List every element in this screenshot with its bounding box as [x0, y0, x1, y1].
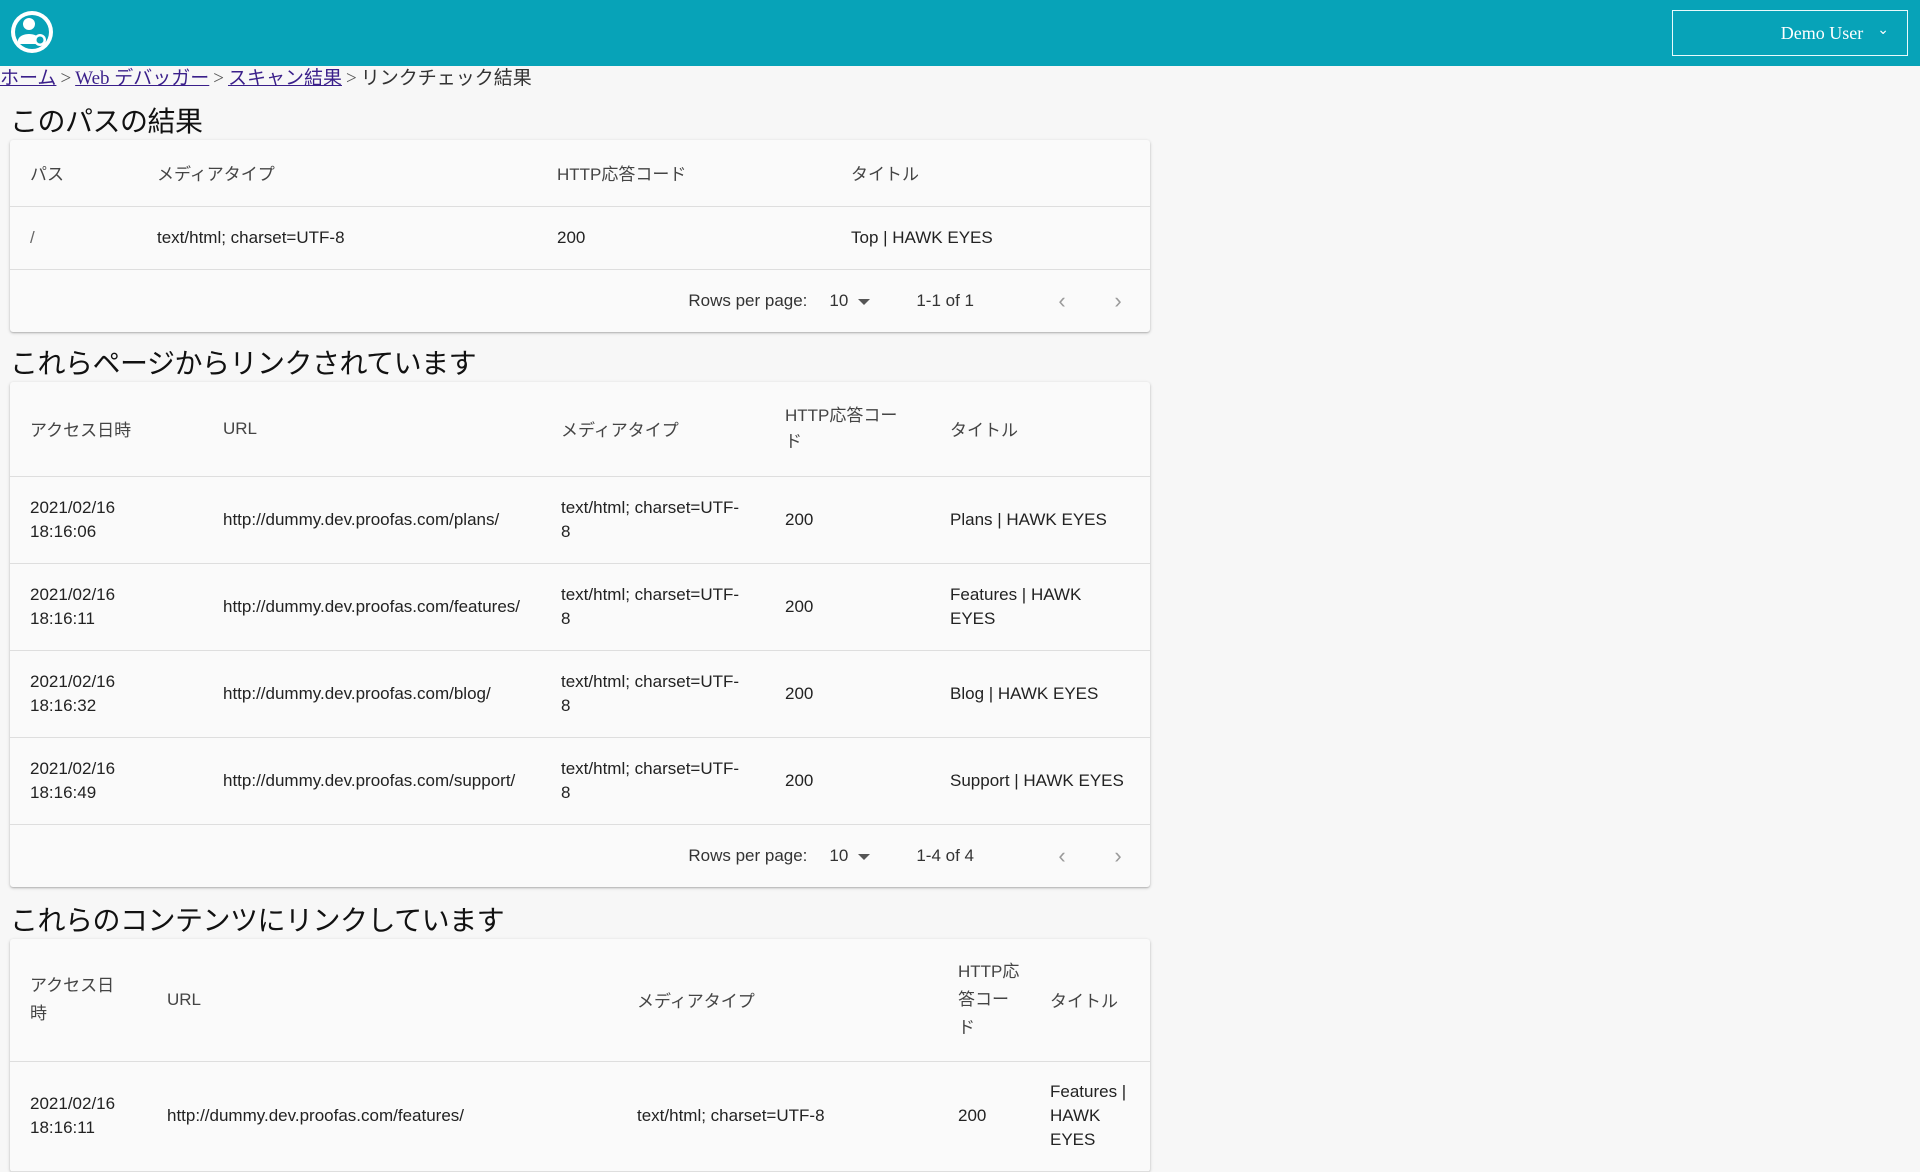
cell-access-date: 2021/02/16 18:16:06	[10, 476, 203, 564]
cell-access-date: 2021/02/16 18:16:11	[10, 563, 203, 651]
links-to-table: アクセス日時 URL メディアタイプ HTTP応答コード タイトル 2021/0…	[10, 939, 1150, 1172]
breadcrumb-separator: >	[60, 68, 72, 89]
breadcrumb: ホーム > Web デバッガー > スキャン結果 > リンクチェック結果	[0, 66, 1920, 92]
column-header-http-code[interactable]: HTTP応答コード	[765, 381, 930, 477]
table-row[interactable]: / text/html; charset=UTF-8 200 Top | HAW…	[10, 206, 1150, 270]
page-range-text: 1-4 of 4	[916, 846, 974, 865]
linked-from-table: アクセス日時 URL メディアタイプ HTTP応答コード タイトル 2021/0…	[10, 381, 1150, 825]
column-header-media-type[interactable]: メディアタイプ	[541, 381, 765, 477]
column-header-title[interactable]: タイトル	[831, 140, 1150, 207]
rows-per-page-label: Rows per page:	[688, 290, 808, 310]
column-header-media-type[interactable]: メディアタイプ	[137, 140, 537, 207]
column-header-path[interactable]: パス	[10, 140, 137, 207]
breadcrumb-home-link[interactable]: ホーム	[0, 68, 56, 89]
cell-http-code: 200	[765, 563, 930, 651]
dropdown-arrow-icon	[858, 854, 871, 860]
rows-per-page-select[interactable]: 10	[829, 290, 871, 311]
cell-title: Support | HAWK EYES	[930, 737, 1150, 825]
section-title-links-to: これらのコンテンツにリンクしています	[10, 904, 505, 937]
table-pagination: Rows per page: 10 1-4 of 4 ‹ ›	[10, 825, 1150, 887]
user-menu-label: Demo User	[1780, 22, 1864, 43]
section-title-path-result: このパスの結果	[10, 105, 203, 138]
cell-http-code: 200	[938, 1061, 1030, 1172]
column-header-url[interactable]: URL	[203, 381, 541, 477]
breadcrumb-scan-results-link[interactable]: スキャン結果	[228, 68, 342, 89]
rows-per-page-label: Rows per page:	[688, 846, 808, 865]
page-range-text: 1-1 of 1	[916, 290, 974, 310]
breadcrumb-separator: >	[346, 68, 357, 89]
path-result-table: パス メディアタイプ HTTP応答コード タイトル / text/html; c…	[10, 140, 1150, 270]
rows-per-page-value: 10	[829, 290, 849, 310]
breadcrumb-web-debugger-link[interactable]: Web デバッガー	[75, 68, 209, 89]
links-to-card: アクセス日時 URL メディアタイプ HTTP応答コード タイトル 2021/0…	[10, 939, 1150, 1172]
column-header-media-type[interactable]: メディアタイプ	[617, 939, 938, 1062]
user-circle-logo-icon[interactable]	[10, 10, 54, 54]
cell-title: Plans | HAWK EYES	[930, 476, 1150, 564]
cell-media-type: text/html; charset=UTF-8	[137, 206, 537, 270]
column-header-url[interactable]: URL	[147, 939, 617, 1062]
column-header-http-code[interactable]: HTTP応答コード	[537, 140, 831, 207]
cell-url: http://dummy.dev.proofas.com/features/	[203, 563, 541, 651]
cell-media-type: text/html; charset=UTF-8	[541, 476, 765, 564]
previous-page-icon[interactable]: ‹	[1050, 288, 1074, 313]
cell-url: http://dummy.dev.proofas.com/features/	[147, 1061, 617, 1172]
cell-access-date: 2021/02/16 18:16:32	[10, 650, 203, 738]
table-pagination: Rows per page: 10 1-1 of 1 ‹ ›	[10, 270, 1150, 332]
cell-http-code: 200	[765, 476, 930, 564]
cell-url: http://dummy.dev.proofas.com/blog/	[203, 650, 541, 738]
cell-title: Features | HAWK EYES	[930, 563, 1150, 651]
cell-media-type: text/html; charset=UTF-8	[541, 737, 765, 825]
previous-page-icon[interactable]: ‹	[1050, 843, 1074, 868]
cell-media-type: text/html; charset=UTF-8	[541, 563, 765, 651]
cell-access-date: 2021/02/16 18:16:49	[10, 737, 203, 825]
table-header-row: アクセス日時 URL メディアタイプ HTTP応答コード タイトル	[10, 381, 1150, 477]
cell-media-type: text/html; charset=UTF-8	[617, 1061, 938, 1172]
column-header-access-date[interactable]: アクセス日時	[10, 381, 203, 477]
cell-url: http://dummy.dev.proofas.com/plans/	[203, 476, 541, 564]
table-header-row: アクセス日時 URL メディアタイプ HTTP応答コード タイトル	[10, 939, 1150, 1062]
breadcrumb-separator: >	[213, 68, 224, 89]
user-menu-button[interactable]: Demo User ⌄	[1672, 10, 1908, 56]
dropdown-arrow-icon	[858, 298, 871, 305]
cell-url: http://dummy.dev.proofas.com/support/	[203, 737, 541, 825]
cell-title: Features | HAWK EYES	[1030, 1061, 1150, 1172]
column-header-http-code[interactable]: HTTP応答コード	[938, 939, 1030, 1062]
table-row[interactable]: 2021/02/16 18:16:11 http://dummy.dev.pro…	[10, 1061, 1150, 1172]
cell-http-code: 200	[537, 206, 831, 270]
path-result-card: パス メディアタイプ HTTP応答コード タイトル / text/html; c…	[10, 140, 1150, 332]
table-row[interactable]: 2021/02/16 18:16:11 http://dummy.dev.pro…	[10, 563, 1150, 651]
rows-per-page-select[interactable]: 10	[829, 846, 871, 866]
next-page-icon[interactable]: ›	[1106, 288, 1130, 313]
section-title-linked-from: これらページからリンクされています	[10, 346, 477, 380]
table-row[interactable]: 2021/02/16 18:16:06 http://dummy.dev.pro…	[10, 476, 1150, 564]
cell-title: Top | HAWK EYES	[831, 206, 1150, 270]
cell-media-type: text/html; charset=UTF-8	[541, 650, 765, 738]
cell-http-code: 200	[765, 737, 930, 825]
table-row[interactable]: 2021/02/16 18:16:32 http://dummy.dev.pro…	[10, 650, 1150, 738]
cell-access-date: 2021/02/16 18:16:11	[10, 1061, 147, 1172]
next-page-icon[interactable]: ›	[1106, 843, 1130, 868]
column-header-title[interactable]: タイトル	[930, 381, 1150, 477]
linked-from-card: アクセス日時 URL メディアタイプ HTTP応答コード タイトル 2021/0…	[10, 381, 1150, 887]
table-row[interactable]: 2021/02/16 18:16:49 http://dummy.dev.pro…	[10, 737, 1150, 825]
table-header-row: パス メディアタイプ HTTP応答コード タイトル	[10, 140, 1150, 207]
cell-title: Blog | HAWK EYES	[930, 650, 1150, 738]
column-header-access-date[interactable]: アクセス日時	[10, 939, 147, 1062]
chevron-down-icon: ⌄	[1877, 22, 1889, 38]
top-app-bar: Demo User ⌄	[0, 0, 1920, 66]
cell-http-code: 200	[765, 650, 930, 738]
cell-path: /	[10, 206, 137, 270]
breadcrumb-current: リンクチェック結果	[360, 68, 532, 89]
rows-per-page-value: 10	[829, 846, 849, 865]
column-header-title[interactable]: タイトル	[1030, 939, 1150, 1062]
